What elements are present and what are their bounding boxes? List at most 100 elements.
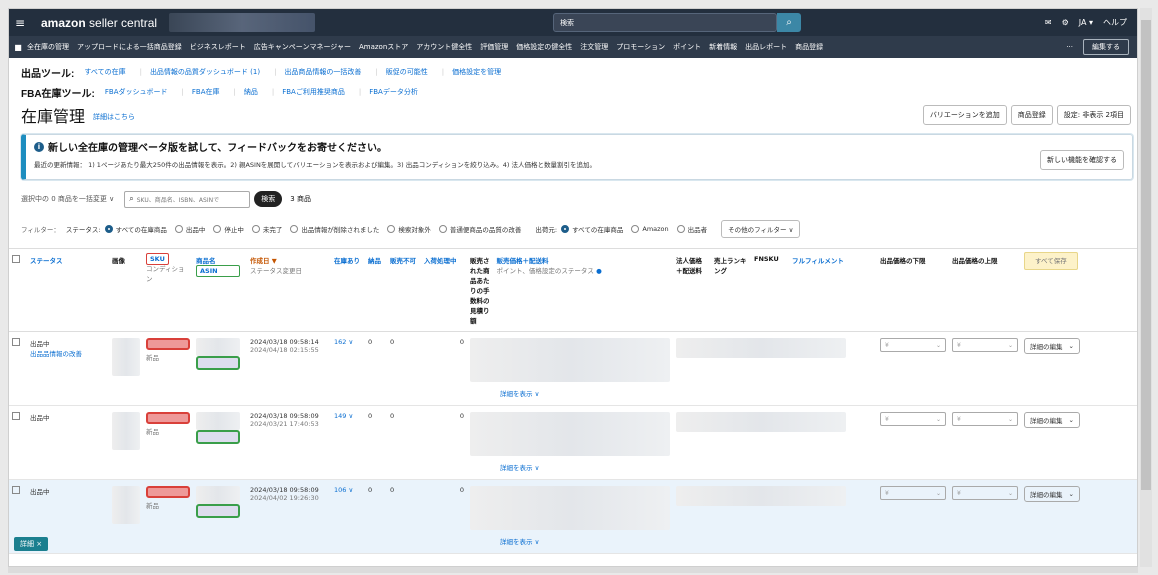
radio-quality[interactable] — [438, 225, 447, 233]
nav-item[interactable]: 商品登録 — [795, 42, 823, 52]
tool-link[interactable]: FBA在庫 — [192, 87, 220, 97]
nav-item[interactable]: ビジネスレポート — [190, 42, 246, 52]
row-condition: 新品 — [146, 354, 159, 362]
col-sku[interactable]: SKU — [146, 253, 169, 265]
tool-link[interactable]: FBAご利用推奨商品 — [282, 87, 345, 97]
nav-item[interactable]: ポイント — [673, 42, 701, 52]
product-image[interactable] — [112, 338, 140, 376]
mail-icon[interactable]: ✉ — [1045, 18, 1052, 27]
show-details-link[interactable]: 詳細を表示 ∨ — [470, 536, 670, 546]
chevron-down-icon[interactable]: ⌄ — [1069, 490, 1074, 498]
radio-ship-amazon[interactable] — [631, 225, 640, 233]
radio-search-suppressed[interactable] — [387, 225, 396, 233]
col-price[interactable]: 販売価格＋配送料 — [497, 257, 549, 265]
nav-item[interactable]: アップロードによる一括商品登録 — [77, 42, 182, 52]
row-available[interactable]: 149 ∨ — [331, 405, 365, 480]
radio-ship-seller[interactable] — [676, 225, 685, 233]
horizontal-scrollbar[interactable] — [8, 567, 1138, 573]
table-row: 出品中 新品 2024/03/18 09:58:09 2024/04/02 19:… — [9, 479, 1137, 554]
min-price-input[interactable]: ¥ ⌄ — [880, 338, 946, 352]
store-selector[interactable] — [169, 13, 316, 32]
col-receiving[interactable]: 入荷処理中 — [421, 248, 467, 332]
row-available[interactable]: 162 ∨ — [331, 331, 365, 406]
more-menu[interactable]: ··· — [1066, 43, 1073, 51]
nav-item[interactable]: 価格設定の健全性 — [516, 42, 572, 52]
nav-item[interactable]: 全在庫の管理 — [27, 42, 69, 52]
add-variation-button[interactable]: バリエーションを追加 — [922, 105, 1007, 125]
min-price-input[interactable]: ¥ ⌄ — [880, 412, 946, 426]
tool-link[interactable]: FBAダッシュボード — [105, 87, 168, 97]
settings-button[interactable]: 設定: 非表示 2項目 — [1056, 105, 1131, 125]
show-details-link[interactable]: 詳細を表示 ∨ — [470, 462, 670, 472]
edit-nav-button[interactable]: 編集する — [1083, 39, 1129, 55]
max-price-input[interactable]: ¥ ⌄ — [952, 486, 1018, 500]
search-button[interactable]: 検索 — [254, 191, 283, 207]
col-status[interactable]: ステータス — [27, 248, 109, 332]
tool-link[interactable]: FBAデータ分析 — [369, 87, 418, 97]
help-link[interactable]: ヘルプ — [1103, 17, 1127, 28]
nav-item[interactable]: プロモーション — [616, 42, 665, 52]
row-checkbox[interactable] — [12, 412, 20, 420]
max-price-input[interactable]: ¥ ⌄ — [952, 338, 1018, 352]
check-new-features-button[interactable]: 新しい機能を確認する — [1040, 150, 1124, 170]
col-status-changed: ステータス変更日 — [250, 267, 302, 275]
radio-removed[interactable] — [290, 225, 299, 233]
edit-details-button[interactable]: 詳細の編集 ⌄ — [1024, 486, 1080, 502]
col-title[interactable]: 商品名 — [196, 257, 216, 265]
radio-inactive[interactable] — [213, 225, 222, 233]
nav-item[interactable]: 注文管理 — [580, 42, 608, 52]
details-chip[interactable]: 詳細 × — [14, 537, 49, 551]
row-status-sub[interactable]: 出品品情報の改善 — [30, 350, 82, 358]
radio-ship-all[interactable] — [561, 225, 570, 233]
min-price-input[interactable]: ¥ ⌄ — [880, 486, 946, 500]
col-available[interactable]: 在庫あり — [331, 248, 365, 332]
tool-link[interactable]: 出品情報の品質ダッシュボード (1) — [150, 67, 260, 77]
product-image[interactable] — [112, 412, 140, 450]
select-all-checkbox[interactable] — [12, 255, 20, 263]
tool-link[interactable]: 納品 — [244, 87, 258, 97]
radio-all-status[interactable] — [104, 225, 113, 233]
col-inbound[interactable]: 納品 — [365, 248, 387, 332]
row-checkbox[interactable] — [12, 486, 20, 494]
seller-central-logo[interactable]: amazon seller central — [41, 16, 157, 30]
col-created[interactable]: 作成日 ▼ — [250, 257, 277, 265]
learn-more-link[interactable]: 詳細はこちら — [93, 112, 135, 122]
col-fulfillment[interactable]: フルフィルメント — [789, 248, 877, 332]
title-redacted[interactable] — [196, 412, 240, 430]
scrollbar-thumb[interactable] — [1141, 20, 1151, 490]
nav-item[interactable]: アカウント健全性 — [416, 42, 472, 52]
chevron-down-icon[interactable]: ⌄ — [1069, 416, 1074, 424]
global-search-input[interactable]: 検索 — [553, 13, 778, 32]
product-image[interactable] — [112, 486, 140, 524]
nav-item[interactable]: 評価管理 — [480, 42, 508, 52]
col-unfulfillable[interactable]: 販売不可 — [387, 248, 421, 332]
edit-details-button[interactable]: 詳細の編集 ⌄ — [1024, 412, 1080, 428]
nav-item[interactable]: Amazonストア — [359, 42, 408, 52]
gear-icon[interactable]: ⚙ — [1062, 18, 1069, 27]
show-details-link[interactable]: 詳細を表示 ∨ — [470, 388, 670, 398]
tool-link[interactable]: 販促の可能性 — [386, 67, 428, 77]
radio-active[interactable] — [174, 225, 183, 233]
add-product-button[interactable]: 商品登録 — [1010, 105, 1053, 125]
row-available[interactable]: 106 ∨ — [331, 479, 365, 554]
menu-icon[interactable]: ≡ — [9, 16, 31, 30]
radio-incomplete[interactable] — [251, 225, 260, 233]
edit-details-button[interactable]: 詳細の編集 ⌄ — [1024, 338, 1080, 354]
nav-item[interactable]: 新着情報 — [709, 42, 737, 52]
inventory-search-input[interactable]: ⌕ SKU、商品名、ISBN、ASINで — [124, 190, 251, 208]
row-checkbox[interactable] — [12, 338, 20, 346]
save-all-button[interactable]: すべて保存 — [1024, 252, 1078, 270]
tool-link[interactable]: 価格設定を管理 — [452, 67, 501, 77]
other-filters-button[interactable]: その他のフィルター ∨ — [721, 220, 801, 238]
bulk-action-dropdown[interactable]: 選択中の 0 商品を一括変更 ∨ — [21, 194, 114, 204]
title-redacted[interactable] — [196, 338, 240, 356]
chevron-down-icon[interactable]: ⌄ — [1069, 342, 1074, 350]
tool-link[interactable]: すべての在庫 — [84, 67, 125, 77]
search-icon[interactable]: ⌕ — [777, 13, 802, 32]
title-redacted[interactable] — [196, 486, 240, 504]
tool-link[interactable]: 出品商品情報の一括改善 — [284, 67, 361, 77]
nav-item[interactable]: 出品レポート — [745, 42, 787, 52]
max-price-input[interactable]: ¥ ⌄ — [952, 412, 1018, 426]
language-selector[interactable]: JA ▾ — [1079, 18, 1093, 27]
nav-item[interactable]: 広告キャンペーンマネージャー — [254, 42, 351, 52]
